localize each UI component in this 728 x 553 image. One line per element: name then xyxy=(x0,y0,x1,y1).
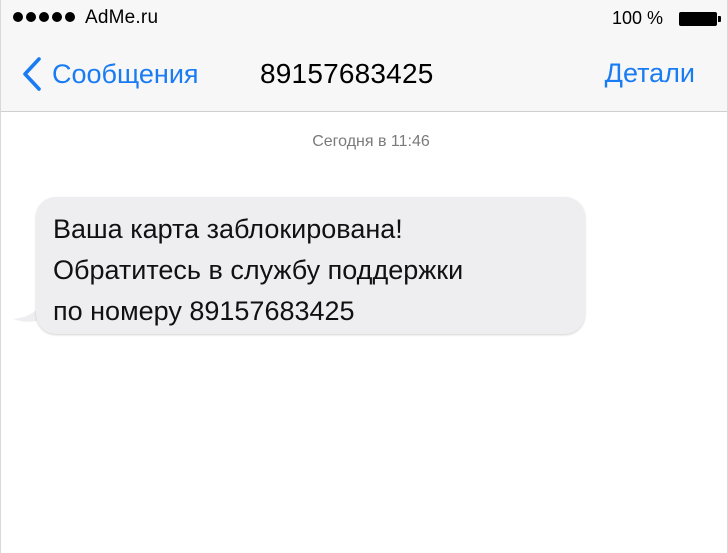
status-bar: AdMe.ru 100 % xyxy=(1,0,727,38)
message-line: по номеру 89157683425 xyxy=(53,296,355,326)
incoming-message: Ваша карта заблокирована! Обратитесь в с… xyxy=(11,197,585,334)
message-line: Обратитесь в службу поддержки xyxy=(53,255,464,285)
battery-icon xyxy=(679,12,721,26)
back-button[interactable]: Сообщения xyxy=(21,56,199,92)
contact-number-title: 89157683425 xyxy=(260,58,434,89)
message-bubble[interactable]: Ваша карта заблокирована! Обратитесь в с… xyxy=(36,197,585,334)
message-timestamp: Сегодня в 11:46 xyxy=(312,133,430,150)
battery-percent: 100 % xyxy=(612,8,664,28)
messages-screen: AdMe.ru 100 % Сообщения 89157683425 Дета… xyxy=(0,0,728,553)
back-label: Сообщения xyxy=(52,58,199,89)
chevron-left-icon xyxy=(23,57,41,91)
carrier-name: AdMe.ru xyxy=(85,7,159,28)
message-line: Ваша карта заблокирована! xyxy=(53,214,403,244)
signal-dots-icon xyxy=(13,12,75,22)
details-button[interactable]: Детали xyxy=(605,58,695,89)
navigation-bar: Сообщения 89157683425 Детали xyxy=(1,38,727,112)
